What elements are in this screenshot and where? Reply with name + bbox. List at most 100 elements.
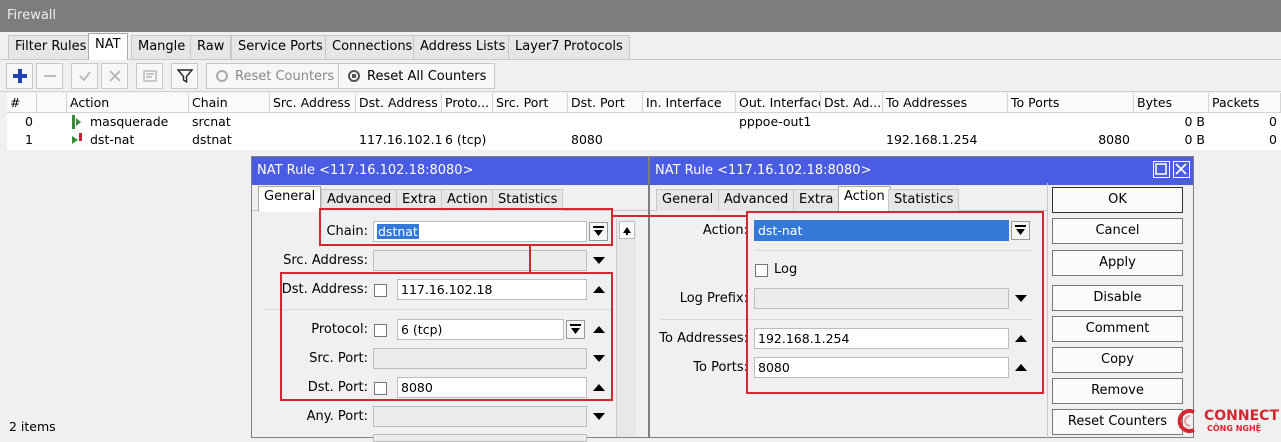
cancel-button[interactable]: Cancel	[1052, 218, 1183, 244]
reset-all-counters-button[interactable]: Reset All Counters	[338, 63, 496, 89]
disable-button[interactable]	[101, 63, 128, 89]
reset-counters-button[interactable]: Reset Counters	[206, 63, 344, 89]
next-field-partial[interactable]	[373, 434, 587, 442]
ok-button[interactable]: OK	[1052, 187, 1183, 213]
remove-button[interactable]	[36, 63, 63, 89]
comment-button[interactable]	[136, 63, 163, 89]
col-header-dst-ad[interactable]: Dst. Ad...	[821, 93, 883, 113]
tab-nat[interactable]: NAT	[88, 33, 128, 60]
col-header-flags[interactable]	[37, 93, 67, 113]
col-header-dst-address[interactable]: Dst. Address	[356, 93, 442, 113]
tab-connections[interactable]: Connections	[325, 35, 420, 59]
src-address-field[interactable]	[373, 250, 587, 271]
comment-button[interactable]: Comment	[1052, 316, 1183, 342]
filter-button[interactable]	[171, 63, 198, 89]
dialog-general-scrollbar[interactable]	[616, 219, 636, 437]
main-tabs: Filter Rules NAT Mangle Raw Service Port…	[0, 32, 1281, 60]
col-header-chain[interactable]: Chain	[189, 93, 270, 113]
tab-service-ports[interactable]: Service Ports	[231, 35, 330, 59]
maximize-button[interactable]	[1153, 161, 1170, 178]
col-header-src-address[interactable]: Src. Address	[270, 93, 356, 113]
dialog-action-tab-extra[interactable]: Extra	[793, 189, 840, 211]
log-prefix-label: Log Prefix:	[679, 291, 748, 306]
tab-raw[interactable]: Raw	[190, 35, 232, 59]
disable-button[interactable]: Disable	[1052, 285, 1183, 311]
row-0-action[interactable]: masquerade	[87, 113, 187, 131]
col-header-num[interactable]: #	[7, 93, 37, 113]
add-button[interactable]	[6, 63, 33, 89]
logo-mark-icon	[1177, 409, 1195, 433]
row-1-chain[interactable]: dstnat	[189, 131, 270, 149]
filter-icon	[176, 69, 193, 84]
minus-icon	[43, 75, 56, 77]
row-1-dst-port[interactable]: 8080	[568, 131, 643, 149]
close-icon	[1175, 163, 1187, 175]
tab-filter-rules[interactable]: Filter Rules	[8, 35, 94, 59]
row-0-bytes[interactable]: 0 B	[1134, 113, 1209, 131]
row-1-bytes[interactable]: 0 B	[1134, 131, 1209, 149]
col-header-bytes[interactable]: Bytes	[1134, 93, 1209, 113]
connector-line	[613, 215, 746, 217]
reset-icon	[216, 70, 228, 82]
row-1-action[interactable]: dst-nat	[87, 131, 187, 149]
row-0-out-interface[interactable]: pppoe-out1	[736, 113, 821, 131]
dialog-action-tabs: General Advanced Extra Action Statistics	[650, 185, 1048, 212]
row-1-packets[interactable]: 0	[1209, 131, 1281, 149]
dst-nat-rule-icon	[72, 133, 82, 147]
col-header-out-interface[interactable]: Out. Interface	[736, 93, 821, 113]
highlight-chain-box	[319, 208, 613, 246]
row-1-num[interactable]: 1	[7, 131, 37, 149]
col-header-action[interactable]: Action	[67, 93, 189, 113]
row-1-to-ports[interactable]: 8080	[1008, 131, 1134, 149]
connect-logo: CONNECT CÔNG NGHỆ	[1174, 406, 1281, 438]
enable-button[interactable]	[71, 63, 98, 89]
masquerade-rule-icon	[72, 115, 82, 129]
plus-icon	[12, 69, 27, 83]
any-port-expand-icon[interactable]	[593, 413, 605, 420]
tab-address-lists[interactable]: Address Lists	[413, 35, 513, 59]
connector-line-vertical	[529, 246, 531, 272]
tab-layer7-protocols[interactable]: Layer7 Protocols	[508, 35, 630, 59]
copy-button[interactable]: Copy	[1052, 347, 1183, 373]
reset-counters-dialog-button[interactable]: Reset Counters	[1052, 409, 1183, 435]
scroll-up-button[interactable]	[619, 221, 635, 239]
dialog-general-tab-general[interactable]: General	[258, 186, 322, 212]
any-port-label: Any. Port:	[306, 409, 368, 424]
col-header-protocol[interactable]: Proto...	[442, 93, 493, 113]
nat-rules-table: # Action Chain Src. Address Dst. Address…	[7, 93, 1281, 150]
dialog-action-tab-general[interactable]: General	[656, 189, 720, 211]
dialog-action-tab-statistics[interactable]: Statistics	[888, 189, 960, 211]
col-header-packets[interactable]: Packets	[1209, 93, 1281, 113]
dialog-action-tab-action[interactable]: Action	[838, 186, 891, 212]
highlight-match-box	[280, 272, 613, 401]
reset-all-counters-label: Reset All Counters	[367, 68, 487, 84]
apply-button[interactable]: Apply	[1052, 250, 1183, 276]
col-header-src-port[interactable]: Src. Port	[493, 93, 568, 113]
dialog-action-tab-advanced[interactable]: Advanced	[718, 189, 795, 211]
close-button[interactable]	[1173, 161, 1190, 178]
row-0-chain[interactable]: srcnat	[189, 113, 270, 131]
row-0-packets[interactable]: 0	[1209, 113, 1281, 131]
row-1-protocol[interactable]: 6 (tcp)	[442, 131, 493, 149]
row-0-num[interactable]: 0	[7, 113, 37, 131]
col-header-in-interface[interactable]: In. Interface	[643, 93, 736, 113]
row-1-to-addresses[interactable]: 192.168.1.254	[883, 131, 1008, 149]
to-addresses-label: To Addresses:	[659, 331, 748, 346]
dialog-general-title: NAT Rule <117.16.102.18:8080>	[252, 157, 648, 185]
remove-button[interactable]: Remove	[1052, 378, 1183, 404]
highlight-action-box	[746, 211, 1044, 394]
col-header-to-ports[interactable]: To Ports	[1008, 93, 1134, 113]
window-title: Firewall	[0, 0, 1281, 32]
logo-brand: CONNECT	[1204, 408, 1279, 424]
col-header-to-addresses[interactable]: To Addresses	[883, 93, 1008, 113]
reset-counters-label: Reset Counters	[235, 68, 335, 84]
src-address-expand-icon[interactable]	[593, 257, 605, 264]
row-1-dst-address[interactable]: 117.16.102.18	[356, 131, 442, 149]
check-icon	[78, 71, 91, 82]
any-port-field[interactable]	[373, 406, 587, 427]
action-label: Action:	[702, 223, 748, 238]
toolbar: Reset Counters Reset All Counters	[0, 60, 1281, 92]
col-header-dst-port[interactable]: Dst. Port	[568, 93, 643, 113]
cross-icon	[108, 70, 121, 82]
tab-mangle[interactable]: Mangle	[131, 35, 193, 59]
